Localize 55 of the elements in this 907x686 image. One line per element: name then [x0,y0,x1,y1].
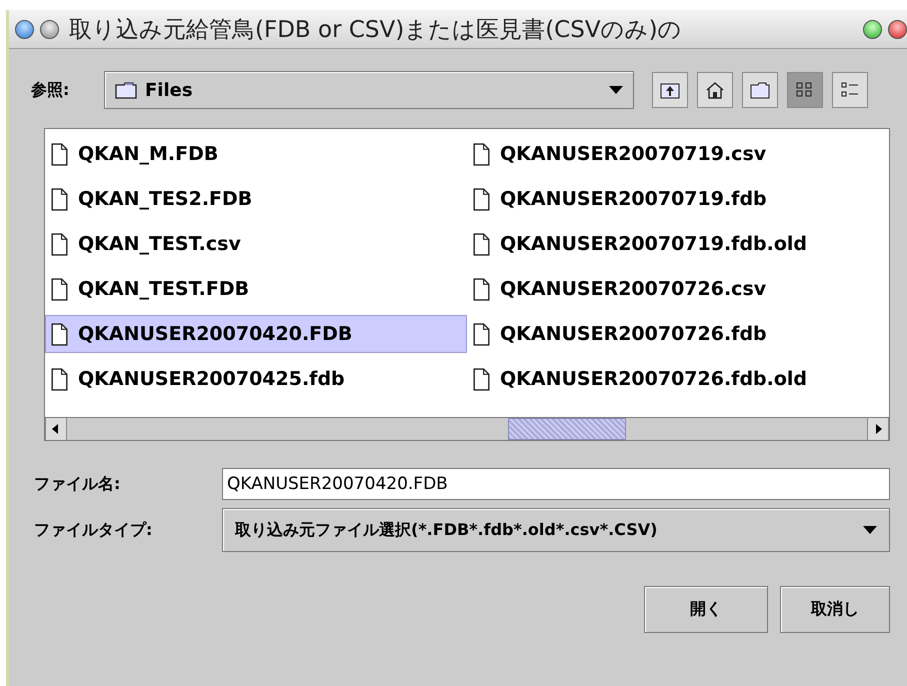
home-button[interactable] [697,72,733,108]
horizontal-scrollbar[interactable] [45,417,889,440]
file-item[interactable]: QKANUSER20070726.csv [467,270,889,308]
file-item[interactable]: QKANUSER20070420.FDB [45,315,467,353]
file-type-dropdown[interactable]: 取り込み元ファイル選択(*.FDB*.fdb*.old*.csv*.CSV) [222,508,890,552]
dialog-button[interactable]: 取消し [780,586,890,633]
scroll-thumb[interactable] [508,418,626,440]
file-type-value: 取り込み元ファイル選択(*.FDB*.fdb*.old*.csv*.CSV) [235,520,658,540]
file-name-label: ファイル名: [34,474,122,494]
file-icon [473,368,490,390]
window-title: 取り込み元給管鳥(FDB or CSV)または医見書(CSVのみ)の [68,16,683,44]
look-in-label: 参照: [31,80,70,100]
zoom-button[interactable] [40,20,59,38]
up-folder-button[interactable] [652,72,688,108]
details-view-icon [840,81,860,99]
look-in-dropdown[interactable]: Files [104,71,634,109]
look-in-value: Files [145,80,194,100]
file-icon [51,368,68,390]
up-folder-icon [660,81,680,99]
file-item[interactable]: QKANUSER20070719.fdb [467,180,889,218]
close-button[interactable] [888,20,907,38]
file-icon [51,232,68,256]
caret-icon [863,526,877,534]
file-icon [473,232,490,256]
file-item[interactable]: QKANUSER20070719.csv [467,135,889,173]
file-item[interactable]: QKAN_TEST.FDB [45,270,467,308]
file-item[interactable]: QKANUSER20070425.fdb [45,360,467,398]
list-view-button[interactable] [787,72,823,108]
file-item[interactable]: QKAN_TEST.csv [45,225,467,263]
details-view-button[interactable] [832,72,868,108]
home-icon [705,81,725,99]
file-icon [51,322,68,346]
scroll-left-icon[interactable] [45,418,67,440]
file-item[interactable]: QKAN_TES2.FDB [45,180,467,218]
file-icon [473,142,490,166]
maximize-button[interactable] [863,20,882,38]
file-name-field[interactable]: QKANUSER20070420.FDB [222,468,890,500]
file-icon [473,278,490,300]
file-icon [473,188,490,210]
file-item[interactable]: QKANUSER20070726.fdb [467,315,889,353]
file-item[interactable]: QKANUSER20070719.fdb.old [467,225,889,263]
file-type-label: ファイルタイプ: [34,520,154,540]
file-item[interactable]: QKANUSER20070726.fdb.old [467,360,889,398]
new-folder-button[interactable] [742,72,778,108]
file-icon [51,142,68,166]
file-item[interactable]: QKAN_M.FDB [45,135,467,173]
scroll-right-icon[interactable] [867,418,889,440]
file-icon [51,188,68,210]
folder-icon [750,81,770,99]
file-icon [51,278,68,300]
minimize-button[interactable] [15,20,34,38]
file-icon [473,322,490,346]
dialog-button[interactable]: 開く [644,586,768,633]
folder-icon [115,81,137,99]
caret-icon [609,86,623,94]
